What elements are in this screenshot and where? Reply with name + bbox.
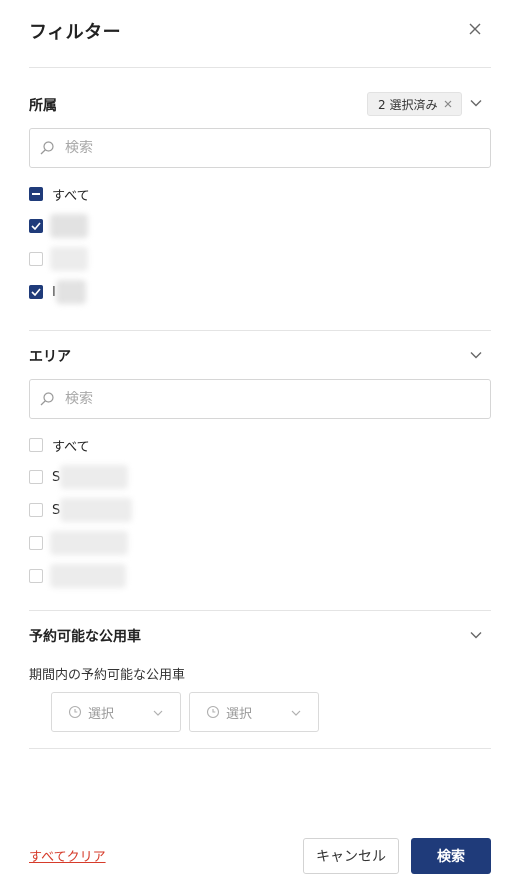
redacted-label [50, 531, 128, 555]
clear-selection-icon[interactable] [443, 99, 453, 109]
chevron-down-icon [470, 352, 482, 359]
area-search-input[interactable] [65, 391, 465, 407]
affiliation-option-3[interactable]: I [29, 280, 86, 304]
cancel-button[interactable]: キャンセル [303, 838, 399, 874]
area-option-2[interactable]: S [29, 498, 133, 522]
clock-icon [206, 705, 220, 719]
option-label: S [52, 502, 61, 518]
checkbox-unchecked[interactable] [29, 536, 43, 550]
checkbox-checked[interactable] [29, 285, 43, 299]
checkbox-unchecked[interactable] [29, 438, 43, 452]
all-label: すべて [52, 439, 90, 455]
search-icon [40, 392, 54, 406]
start-time-select[interactable]: 選択 [51, 692, 181, 732]
chevron-down-icon [470, 632, 482, 639]
area-collapse-button[interactable] [466, 345, 486, 365]
clear-all-link[interactable]: すべてクリア [29, 846, 106, 865]
chevron-down-icon [153, 710, 163, 716]
selected-count-badge: 2 選択済み [367, 92, 463, 116]
affiliation-collapse-button[interactable] [466, 93, 486, 113]
area-option-3[interactable] [29, 531, 128, 555]
close-icon [469, 23, 481, 35]
checkbox-unchecked[interactable] [29, 503, 43, 517]
section-divider [29, 610, 491, 611]
redacted-label [50, 214, 88, 238]
section-divider [29, 330, 491, 331]
selected-count-label: 2 選択済み [378, 97, 438, 112]
clock-icon [68, 705, 82, 719]
option-label: S [52, 469, 61, 485]
redacted-label [60, 498, 133, 522]
checkbox-indeterminate[interactable] [29, 187, 43, 201]
redacted-label [50, 247, 88, 271]
redacted-label [50, 564, 126, 588]
redacted-label [55, 280, 86, 304]
affiliation-title: 所属 [29, 98, 57, 114]
end-time-value: 選択 [226, 706, 253, 722]
search-icon [40, 141, 54, 155]
checkbox-unchecked[interactable] [29, 252, 43, 266]
chevron-down-icon [470, 100, 482, 107]
close-button[interactable] [464, 18, 486, 40]
header-divider [29, 67, 491, 68]
area-option-1[interactable]: S [29, 465, 129, 489]
vehicle-title: 予約可能な公用車 [29, 629, 141, 645]
affiliation-option-1[interactable] [29, 214, 88, 238]
start-time-value: 選択 [88, 706, 115, 722]
panel-title: フィルター [29, 22, 122, 43]
vehicle-collapse-button[interactable] [466, 625, 486, 645]
search-button[interactable]: 検索 [411, 838, 491, 874]
affiliation-option-2[interactable] [29, 247, 88, 271]
filter-header: フィルター [0, 0, 514, 68]
area-search-field[interactable] [29, 379, 491, 419]
chevron-down-icon [291, 710, 301, 716]
all-label: すべて [52, 188, 90, 204]
section-divider [29, 748, 491, 749]
checkbox-unchecked[interactable] [29, 470, 43, 484]
area-title: エリア [29, 349, 71, 365]
area-all-option[interactable]: すべて [29, 433, 90, 457]
checkbox-unchecked[interactable] [29, 569, 43, 583]
checkbox-checked[interactable] [29, 219, 43, 233]
vehicle-sub-label: 期間内の予約可能な公用車 [29, 668, 186, 683]
affiliation-all-option[interactable]: すべて [29, 182, 90, 206]
affiliation-search-field[interactable] [29, 128, 491, 168]
redacted-label [60, 465, 129, 489]
end-time-select[interactable]: 選択 [189, 692, 319, 732]
affiliation-search-input[interactable] [65, 140, 465, 156]
area-option-4[interactable] [29, 564, 126, 588]
